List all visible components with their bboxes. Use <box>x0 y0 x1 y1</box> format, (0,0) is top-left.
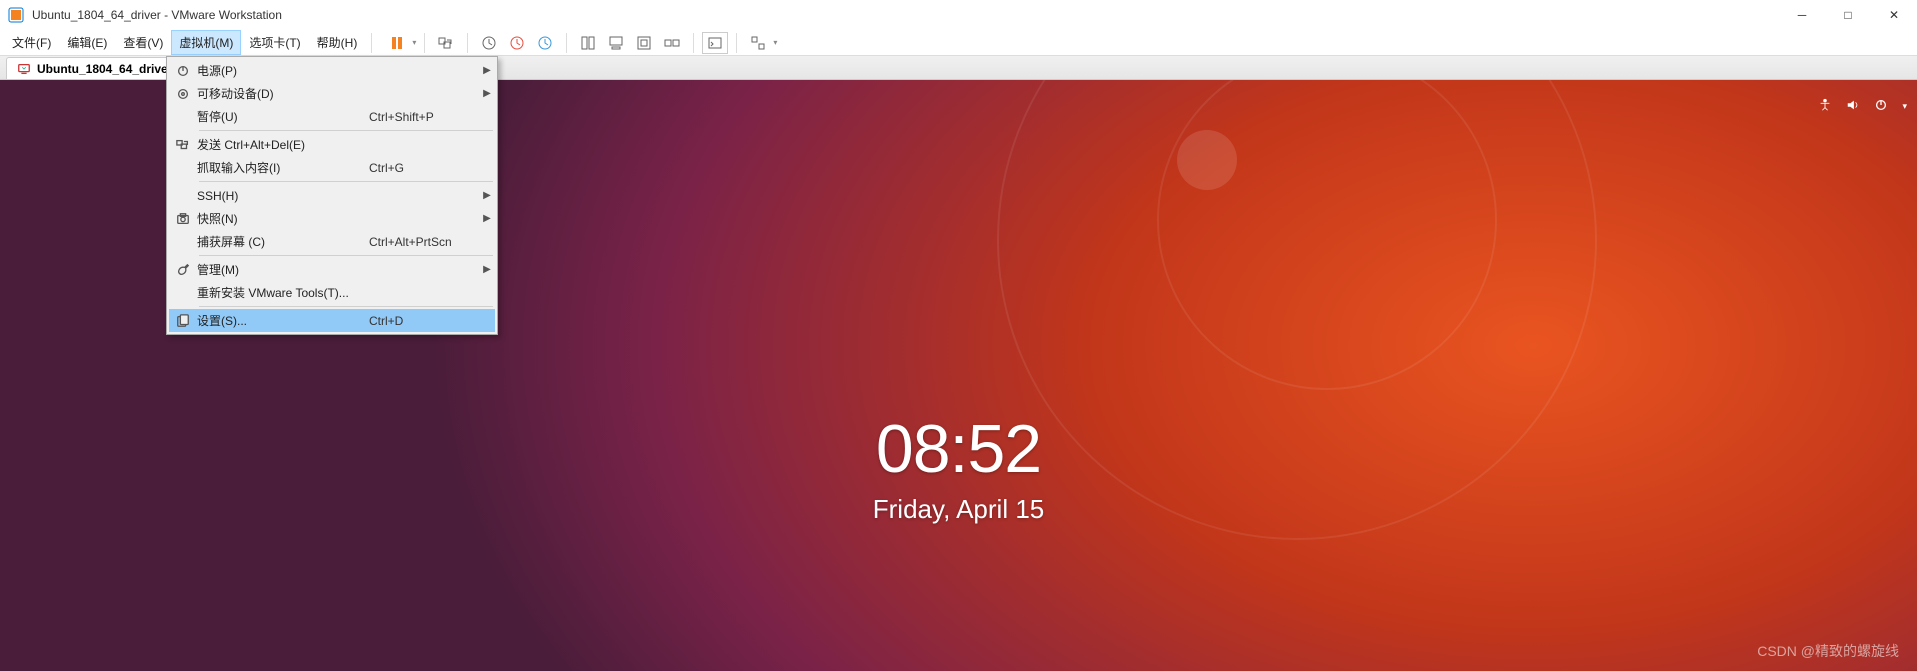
submenu-arrow-icon: ▶ <box>479 88 495 99</box>
unity-button[interactable] <box>659 32 685 54</box>
menu-item-2[interactable]: 暂停(U)Ctrl+Shift+P <box>169 105 495 128</box>
snapshot-take-button[interactable] <box>504 32 530 54</box>
menu-item-shortcut: Ctrl+Shift+P <box>369 110 479 124</box>
menu-item-label: 抓取输入内容(I) <box>197 159 369 176</box>
vm-icon <box>17 62 31 76</box>
menu-item-1[interactable]: 可移动设备(D) ▶ <box>169 82 495 105</box>
pause-button[interactable]: ▾ <box>384 32 416 54</box>
separator <box>467 33 468 53</box>
chevron-down-icon: ▾ <box>1902 101 1907 112</box>
power-icon[interactable] <box>1874 98 1888 115</box>
menu-item-label: 重新安装 VMware Tools(T)... <box>197 284 369 301</box>
power-icon <box>169 64 197 78</box>
menu-item-12[interactable]: 重新安装 VMware Tools(T)... <box>169 281 495 304</box>
menu-item-14[interactable]: 设置(S)...Ctrl+D <box>169 309 495 332</box>
separator <box>693 33 694 53</box>
menu-item-5[interactable]: 抓取输入内容(I)Ctrl+G <box>169 156 495 179</box>
menu-view[interactable]: 查看(V) <box>115 30 171 55</box>
lock-screen-clock: 08:52 Friday, April 15 <box>873 410 1044 525</box>
stretch-button[interactable]: ▾ <box>745 32 777 54</box>
menu-item-4[interactable]: 发送 Ctrl+Alt+Del(E) <box>169 133 495 156</box>
menu-tabs[interactable]: 选项卡(T) <box>241 30 308 55</box>
menu-item-label: 发送 Ctrl+Alt+Del(E) <box>197 136 369 153</box>
settings-icon <box>169 314 197 328</box>
snapshot-icon <box>169 212 197 226</box>
menu-item-label: 快照(N) <box>197 210 369 227</box>
volume-icon[interactable] <box>1846 98 1860 115</box>
vmware-app-icon <box>8 7 24 23</box>
fullscreen-button[interactable] <box>631 32 657 54</box>
submenu-arrow-icon: ▶ <box>479 190 495 201</box>
view-mode-2-button[interactable] <box>603 32 629 54</box>
submenu-arrow-icon: ▶ <box>479 264 495 275</box>
snapshot-button[interactable] <box>476 32 502 54</box>
menu-item-label: 捕获屏幕 (C) <box>197 233 369 250</box>
separator <box>736 33 737 53</box>
menu-item-7[interactable]: SSH(H) ▶ <box>169 184 495 207</box>
menu-file[interactable]: 文件(F) <box>4 30 59 55</box>
menu-separator <box>199 130 493 131</box>
window-titlebar: Ubuntu_1804_64_driver - VMware Workstati… <box>0 0 1917 30</box>
menu-item-label: SSH(H) <box>197 189 369 203</box>
minimize-button[interactable]: ─ <box>1779 0 1825 30</box>
window-controls: ─ □ ✕ <box>1779 0 1917 30</box>
menu-item-11[interactable]: 管理(M) ▶ <box>169 258 495 281</box>
manage-icon <box>169 263 197 277</box>
menu-item-label: 暂停(U) <box>197 108 369 125</box>
menu-item-shortcut: Ctrl+Alt+PrtScn <box>369 235 479 249</box>
clock-time: 08:52 <box>873 410 1044 488</box>
menu-item-8[interactable]: 快照(N) ▶ <box>169 207 495 230</box>
a11y-icon[interactable] <box>1818 98 1832 115</box>
wallpaper-decoration <box>1177 130 1237 190</box>
menu-edit[interactable]: 编辑(E) <box>59 30 115 55</box>
menu-item-9[interactable]: 捕获屏幕 (C)Ctrl+Alt+PrtScn <box>169 230 495 253</box>
menu-item-label: 可移动设备(D) <box>197 85 369 102</box>
menu-item-shortcut: Ctrl+G <box>369 161 479 175</box>
menu-vm[interactable]: 虚拟机(M) <box>171 30 241 55</box>
guest-system-tray[interactable]: ▾ <box>1818 94 1907 118</box>
removable-icon <box>169 87 197 101</box>
menu-separator <box>199 255 493 256</box>
window-title: Ubuntu_1804_64_driver - VMware Workstati… <box>32 8 282 22</box>
menu-separator <box>199 181 493 182</box>
send-icon <box>169 138 197 152</box>
send-ctrl-alt-del-button[interactable] <box>433 32 459 54</box>
close-button[interactable]: ✕ <box>1871 0 1917 30</box>
menu-item-shortcut: Ctrl+D <box>369 314 479 328</box>
vm-menu-dropdown: 电源(P)▶可移动设备(D)▶暂停(U)Ctrl+Shift+P发送 Ctrl+… <box>166 56 498 335</box>
menu-item-0[interactable]: 电源(P) ▶ <box>169 59 495 82</box>
view-mode-1-button[interactable] <box>575 32 601 54</box>
menu-help[interactable]: 帮助(H) <box>309 30 366 55</box>
tab-label: Ubuntu_1804_64_driver <box>37 62 172 76</box>
menu-item-label: 设置(S)... <box>197 312 369 329</box>
maximize-button[interactable]: □ <box>1825 0 1871 30</box>
chevron-down-icon: ▾ <box>773 38 777 47</box>
separator <box>566 33 567 53</box>
menu-separator <box>199 306 493 307</box>
separator <box>424 33 425 53</box>
submenu-arrow-icon: ▶ <box>479 213 495 224</box>
menu-item-label: 管理(M) <box>197 261 369 278</box>
snapshot-manager-button[interactable] <box>532 32 558 54</box>
vm-tab[interactable]: Ubuntu_1804_64_driver <box>6 57 183 79</box>
watermark: CSDN @精致的螺旋线 <box>1757 641 1899 661</box>
clock-date: Friday, April 15 <box>873 494 1044 525</box>
chevron-down-icon: ▾ <box>412 38 416 47</box>
separator <box>371 33 372 53</box>
menu-item-label: 电源(P) <box>197 62 369 79</box>
console-button[interactable] <box>702 32 728 54</box>
submenu-arrow-icon: ▶ <box>479 65 495 76</box>
toolbar: ▾ ▾ <box>384 32 777 54</box>
menubar: 文件(F) 编辑(E) 查看(V) 虚拟机(M) 选项卡(T) 帮助(H) ▾ … <box>0 30 1917 56</box>
